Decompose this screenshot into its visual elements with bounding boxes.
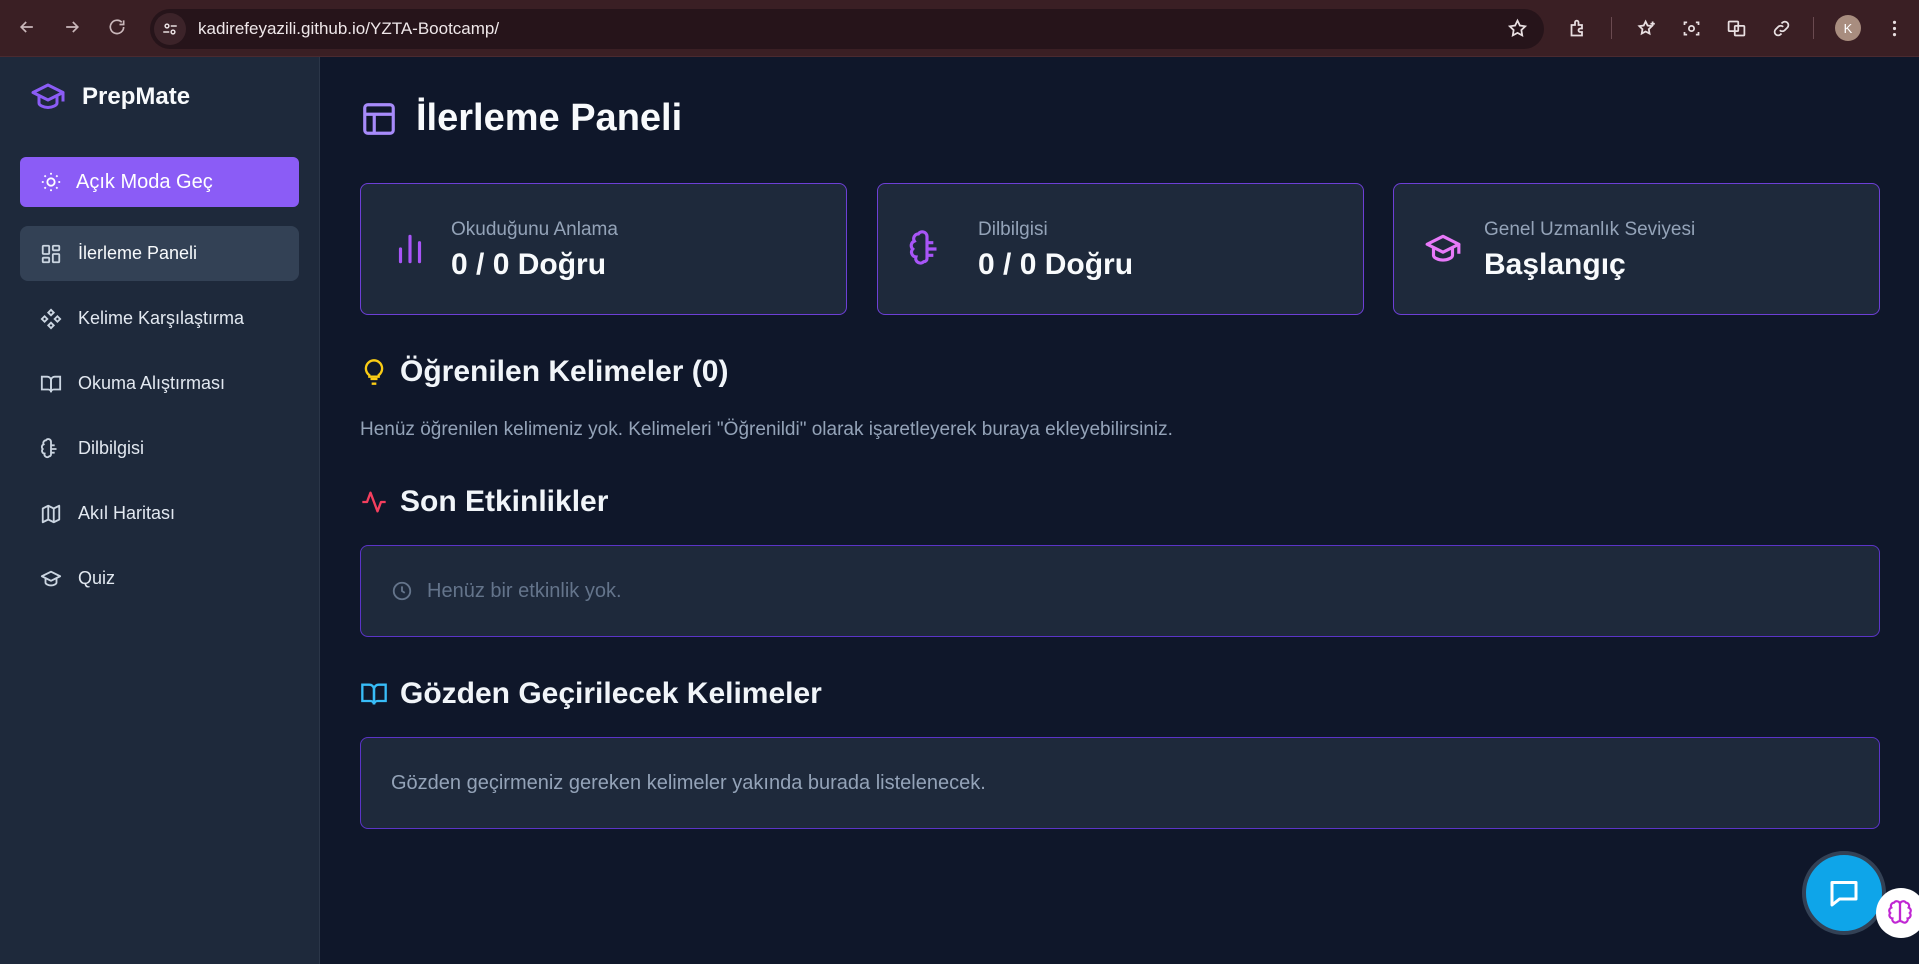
stat-card-label: Genel Uzmanlık Seviyesi — [1484, 219, 1696, 240]
stat-card-value: Başlangıç — [1484, 248, 1626, 281]
stat-card-level: Genel Uzmanlık Seviyesi Başlangıç — [1393, 183, 1880, 315]
sidebar-item-label: Quiz — [78, 568, 116, 588]
review-words-heading: Gözden Geçirilecek Kelimeler — [360, 677, 822, 711]
browser-toolbar: kadirefeyazili.github.io/YZTA-Bootcamp/ … — [0, 0, 1919, 57]
learned-words-description: Henüz öğrenilen kelimeniz yok. Kelimeler… — [360, 419, 1173, 440]
bar-chart-icon — [398, 234, 422, 264]
forward-icon[interactable] — [57, 12, 87, 42]
review-words-title: Gözden Geçirilecek Kelimeler — [400, 677, 822, 710]
stat-card-grammar: Dilbilgisi 0 / 0 Doğru — [877, 183, 1364, 315]
profile-avatar[interactable]: K — [1835, 15, 1861, 41]
sidebar-item-reading-practice[interactable]: Okuma Alıştırması — [20, 356, 299, 411]
stat-card-label: Dilbilgisi — [978, 219, 1048, 240]
sidebar-item-word-comparison[interactable]: Kelime Karşılaştırma — [20, 291, 299, 346]
stat-card-value: 0 / 0 Doğru — [451, 248, 607, 281]
bookmark-star-icon[interactable] — [1507, 18, 1528, 44]
recent-activities-heading: Son Etkinlikler — [360, 485, 608, 519]
stat-card-value: 0 / 0 Doğru — [978, 248, 1134, 281]
brain-icon — [40, 437, 57, 458]
extensions-icon[interactable] — [1564, 14, 1592, 42]
link-icon[interactable] — [1767, 14, 1795, 42]
stats-cards: Okuduğunu Anlama 0 / 0 Doğru Dilbilgisi … — [360, 183, 1880, 315]
sidebar-item-progress-panel[interactable]: İlerleme Paneli — [20, 226, 299, 281]
brain-icon — [1888, 900, 1912, 924]
review-words-text: Gözden geçirmeniz gereken kelimeler yakı… — [391, 771, 986, 794]
site-settings-icon[interactable] — [154, 13, 186, 45]
brand-name: PrepMate — [82, 83, 191, 110]
review-words-panel: Gözden geçirmeniz gereken kelimeler yakı… — [360, 737, 1880, 829]
empty-activities-text: Henüz bir etkinlik yok. — [427, 579, 622, 602]
light-mode-label: Açık Moda Geç — [76, 170, 213, 193]
activity-icon — [362, 491, 386, 513]
sidebar-nav: İlerleme Paneli Kelime Karşılaştırma Oku… — [20, 226, 299, 616]
page-title-text: İlerleme Paneli — [416, 97, 683, 139]
sidebar-item-label: Kelime Karşılaştırma — [78, 308, 245, 328]
recent-activities-title: Son Etkinlikler — [400, 485, 609, 518]
sidebar-item-label: Dilbilgisi — [78, 438, 145, 458]
toolbar-divider — [1813, 17, 1814, 39]
brand[interactable]: PrepMate — [30, 79, 190, 115]
light-mode-button[interactable]: Açık Moda Geç — [20, 157, 299, 207]
map-icon — [41, 504, 61, 523]
sidebar: PrepMate Açık Moda Geç İlerleme Paneli K… — [0, 57, 320, 964]
sidebar-item-grammar[interactable]: Dilbilgisi — [20, 421, 299, 476]
stat-card-label: Okuduğunu Anlama — [451, 219, 618, 240]
sidebar-item-label: Okuma Alıştırması — [78, 373, 226, 393]
learned-words-title: Öğrenilen Kelimeler (0) — [400, 355, 729, 388]
url-text: kadirefeyazili.github.io/YZTA-Bootcamp/ — [198, 19, 500, 38]
brain-icon — [909, 230, 937, 265]
dashboard-icon — [41, 244, 61, 263]
toolbar-divider — [1611, 17, 1612, 39]
menu-kebab-icon[interactable] — [1880, 14, 1908, 42]
sidebar-item-label: Akıl Haritası — [78, 503, 176, 523]
sidebar-item-label: İlerleme Paneli — [78, 243, 198, 263]
chat-icon — [1830, 881, 1858, 907]
reload-icon[interactable] — [102, 12, 132, 42]
sidebar-item-mind-map[interactable]: Akıl Haritası — [20, 486, 299, 541]
book-open-icon — [361, 683, 387, 705]
chat-button[interactable] — [1802, 851, 1886, 935]
clock-icon — [392, 581, 412, 601]
learned-words-heading: Öğrenilen Kelimeler (0) — [360, 355, 728, 389]
bookmarks-icon[interactable] — [1632, 14, 1660, 42]
recent-activities-panel: Henüz bir etkinlik yok. — [360, 545, 1880, 637]
layout-icon — [363, 102, 395, 135]
diamonds-icon — [40, 308, 62, 329]
stat-card-reading: Okuduğunu Anlama 0 / 0 Doğru — [360, 183, 847, 315]
graduation-cap-icon — [1425, 234, 1461, 262]
assistant-badge[interactable] — [1876, 888, 1919, 938]
graduation-cap-icon — [31, 83, 65, 109]
book-open-icon — [40, 375, 62, 392]
translate-icon[interactable] — [1722, 14, 1750, 42]
graduation-cap-icon — [40, 570, 62, 586]
address-bar[interactable]: kadirefeyazili.github.io/YZTA-Bootcamp/ — [150, 9, 1544, 49]
page-title: İlerleme Paneli — [360, 97, 682, 140]
screenshot-icon[interactable] — [1677, 14, 1705, 42]
lightbulb-icon — [364, 359, 384, 385]
sun-icon — [41, 172, 61, 192]
back-icon[interactable] — [12, 12, 42, 42]
sidebar-item-quiz[interactable]: Quiz — [20, 551, 299, 606]
